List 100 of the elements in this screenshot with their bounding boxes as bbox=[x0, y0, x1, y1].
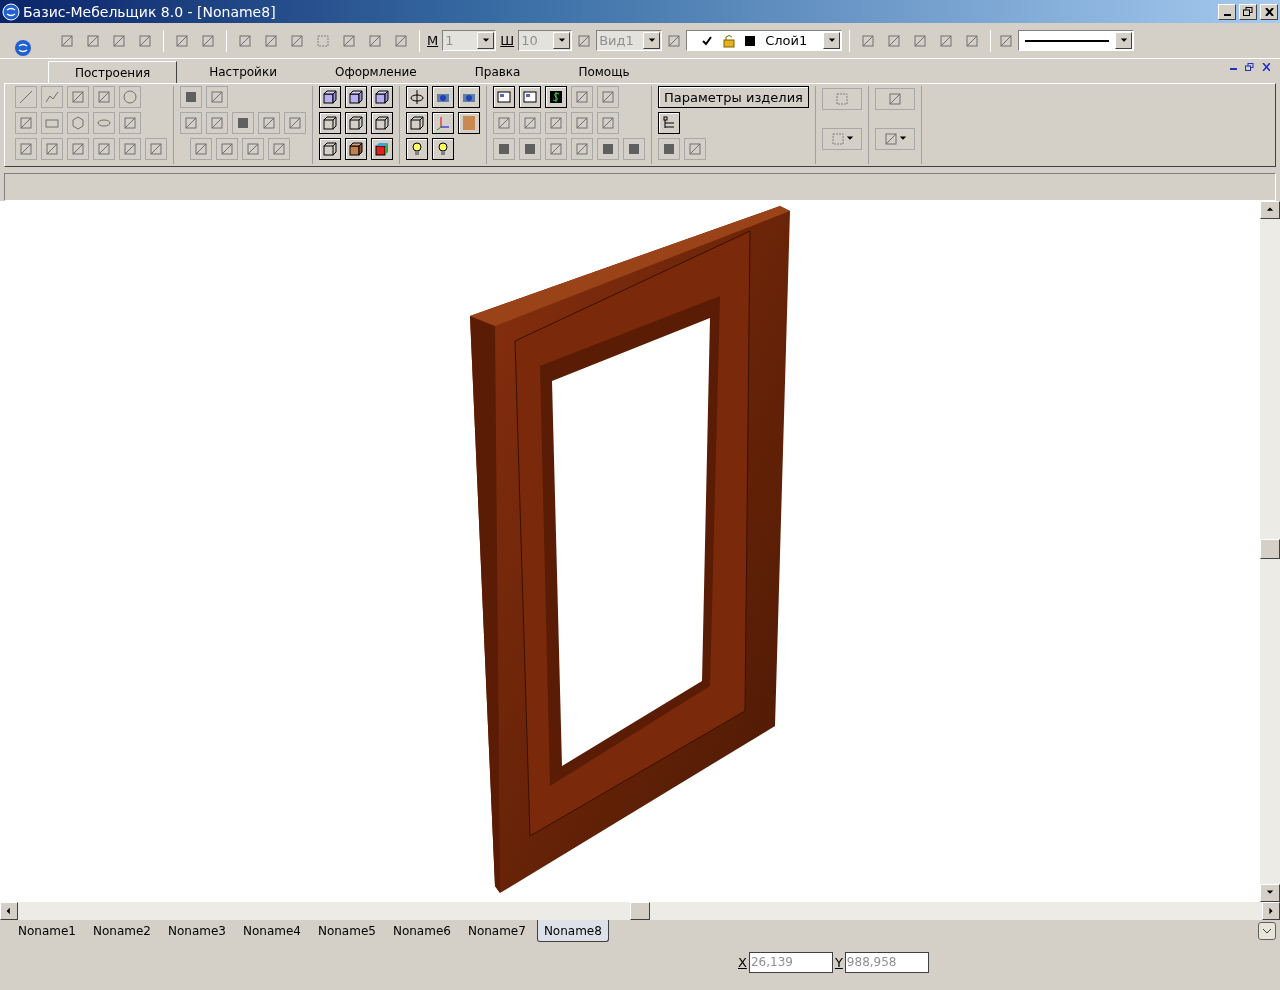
solid-icon bbox=[235, 115, 251, 131]
layer-dropdown[interactable]: Слой1 bbox=[686, 30, 843, 51]
document-tab[interactable]: Noname2 bbox=[87, 920, 157, 942]
shaded-cube-icon bbox=[322, 89, 338, 105]
product-parameters-button[interactable]: Параметры изделия bbox=[658, 86, 809, 108]
close-button[interactable] bbox=[1260, 3, 1278, 20]
tree-icon bbox=[661, 115, 677, 131]
restore-icon bbox=[1243, 7, 1253, 16]
tool-button[interactable] bbox=[519, 86, 541, 108]
left-arrow-icon bbox=[5, 907, 13, 915]
sheet-icon bbox=[496, 89, 512, 105]
expand-button[interactable] bbox=[1258, 922, 1276, 940]
tool-button[interactable] bbox=[319, 138, 341, 160]
tool-button[interactable] bbox=[371, 86, 393, 108]
hexagon-icon bbox=[70, 115, 86, 131]
scrollbar-thumb[interactable] bbox=[1260, 539, 1280, 559]
ribbon-tab[interactable]: Построения bbox=[48, 61, 178, 83]
minimize-button[interactable] bbox=[1218, 3, 1236, 20]
cube-icon bbox=[348, 115, 364, 131]
document-tab[interactable]: Noname1 bbox=[12, 920, 82, 942]
tool-button[interactable] bbox=[658, 112, 680, 134]
close-icon[interactable] bbox=[1262, 63, 1270, 71]
cube-icon bbox=[374, 115, 390, 131]
window-title: Базис-Мебельщик 8.0 - [Noname8] bbox=[23, 3, 277, 20]
dollar-icon bbox=[548, 89, 564, 105]
circle-icon bbox=[122, 89, 138, 105]
line-icon bbox=[18, 89, 34, 105]
scale-label: М bbox=[427, 33, 439, 48]
drawing-canvas[interactable] bbox=[0, 201, 1260, 902]
tool-button[interactable] bbox=[345, 138, 367, 160]
tool-button[interactable] bbox=[406, 86, 428, 108]
tool-button[interactable] bbox=[371, 138, 393, 160]
cube-icon bbox=[409, 115, 425, 131]
right-arrow-icon bbox=[1267, 907, 1275, 915]
ribbon-tab[interactable]: Оформление bbox=[308, 61, 443, 83]
tool-button[interactable] bbox=[458, 86, 480, 108]
scrollbar-thumb[interactable] bbox=[630, 902, 650, 920]
tool-button[interactable] bbox=[319, 112, 341, 134]
minimize-icon bbox=[1223, 13, 1231, 16]
shaded-cube-icon bbox=[374, 89, 390, 105]
document-tab[interactable]: Noname8 bbox=[536, 920, 609, 942]
tool-button[interactable] bbox=[406, 112, 428, 134]
up-arrow-icon bbox=[1266, 206, 1274, 214]
textured-cube-icon bbox=[348, 141, 364, 157]
x-label: X bbox=[738, 954, 747, 970]
step-label: Ш bbox=[500, 33, 515, 48]
document-tab[interactable]: Noname5 bbox=[311, 920, 382, 942]
rotate-icon bbox=[409, 89, 425, 105]
ribbon-tab[interactable]: Настройки bbox=[183, 61, 303, 83]
tool-button[interactable] bbox=[371, 112, 393, 134]
restore-icon[interactable] bbox=[1245, 63, 1254, 71]
frame-select-icon bbox=[315, 32, 331, 49]
y-label: Y bbox=[834, 954, 843, 970]
ribbon-tab[interactable]: Помощь bbox=[552, 61, 656, 83]
layer-name: Слой1 bbox=[765, 33, 808, 48]
tool-button[interactable] bbox=[345, 112, 367, 134]
chevron-down-icon bbox=[1262, 927, 1272, 935]
document-tab[interactable]: Noname4 bbox=[236, 920, 307, 942]
scroll-up-button[interactable] bbox=[1260, 201, 1280, 219]
tool-button[interactable] bbox=[545, 86, 567, 108]
frame-select-icon bbox=[829, 131, 846, 147]
tool-button[interactable] bbox=[458, 112, 480, 134]
solid-icon bbox=[522, 141, 538, 157]
cube-icon bbox=[322, 141, 338, 157]
tool-button[interactable] bbox=[493, 86, 515, 108]
tool-button[interactable] bbox=[432, 112, 454, 134]
tool-button[interactable] bbox=[345, 86, 367, 108]
polyline-icon bbox=[44, 89, 60, 105]
tool-button[interactable] bbox=[406, 138, 428, 160]
wood-icon bbox=[461, 115, 477, 131]
close-icon bbox=[1264, 7, 1274, 16]
cube-icon bbox=[322, 115, 338, 131]
restore-button[interactable] bbox=[1239, 3, 1257, 20]
rendered-cube-icon bbox=[374, 141, 390, 157]
sheet-icon bbox=[522, 89, 538, 105]
solid-icon bbox=[626, 141, 642, 157]
shaded-cube-icon bbox=[348, 89, 364, 105]
solid-icon bbox=[496, 141, 512, 157]
tool-button[interactable] bbox=[319, 86, 341, 108]
solid-icon bbox=[661, 141, 677, 157]
line-style-dropdown[interactable] bbox=[1018, 30, 1135, 51]
tool-dropdown-button[interactable] bbox=[874, 128, 915, 150]
app-logo-icon bbox=[2, 2, 20, 21]
layer-colour-icon bbox=[745, 35, 756, 46]
document-tab[interactable]: Noname7 bbox=[461, 920, 532, 942]
scroll-left-button[interactable] bbox=[0, 902, 18, 920]
scroll-down-button[interactable] bbox=[1260, 884, 1280, 902]
command-line-field[interactable] bbox=[4, 173, 1276, 201]
tool-button[interactable] bbox=[432, 138, 454, 160]
axes-icon bbox=[435, 115, 451, 131]
document-tab[interactable]: Noname3 bbox=[161, 920, 232, 942]
tool-button[interactable] bbox=[432, 86, 454, 108]
ribbon-tab[interactable]: Правка bbox=[448, 61, 547, 83]
solid-icon bbox=[600, 141, 616, 157]
frame-select-icon bbox=[833, 91, 850, 107]
tool-dropdown-button[interactable] bbox=[821, 128, 862, 150]
padlock-icon bbox=[723, 33, 736, 48]
document-tab[interactable]: Noname6 bbox=[386, 920, 457, 942]
scroll-right-button[interactable] bbox=[1262, 902, 1280, 920]
bulb-icon bbox=[409, 141, 425, 157]
